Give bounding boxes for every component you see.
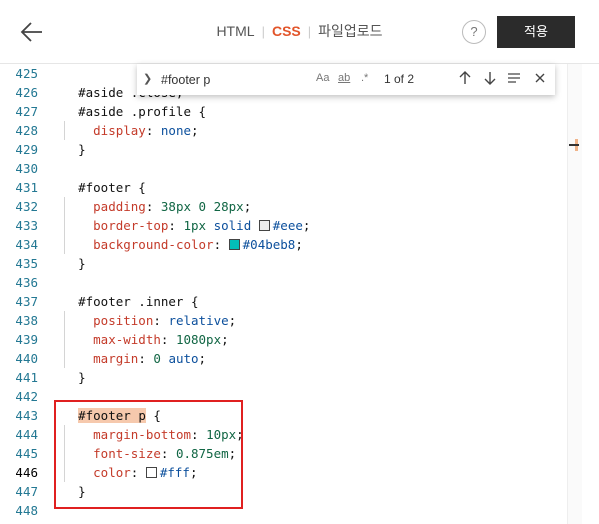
code-line: background-color: #04beb8;	[48, 235, 568, 254]
css-selector: #footer .inner {	[48, 294, 199, 309]
line-number: 441	[15, 370, 38, 385]
chevron-right-icon[interactable]: ❯	[143, 72, 153, 86]
find-in-selection-icon[interactable]	[507, 70, 521, 86]
arrow-down-icon[interactable]	[483, 70, 497, 86]
css-property: display	[93, 123, 146, 138]
code-line: #footer {	[48, 178, 568, 197]
help-button[interactable]: ?	[462, 20, 486, 44]
code-line: border-top: 1px solid #eee;	[48, 216, 568, 235]
line-number: 448	[15, 503, 38, 518]
css-property: background-color	[93, 237, 214, 252]
code-line: #footer p {	[78, 408, 161, 423]
css-property: margin	[93, 351, 139, 366]
line-number: 431	[15, 180, 38, 195]
css-value: none	[160, 123, 192, 138]
tab-separator: |	[307, 24, 312, 39]
line-number: 427	[15, 104, 38, 119]
css-selector: #aside .profile {	[48, 104, 207, 119]
code-line: #aside .profile {	[48, 102, 568, 121]
css-value: 0.875em	[175, 446, 229, 461]
close-icon[interactable]	[533, 70, 547, 86]
indent-guide	[64, 121, 65, 140]
code-line: }	[78, 484, 86, 499]
line-number: 436	[15, 275, 38, 290]
search-match-highlight: #footer p	[78, 408, 146, 423]
line-number: 442	[15, 389, 38, 404]
tab-css[interactable]: CSS	[272, 0, 301, 63]
code-line: padding: 38px 0 28px;	[48, 197, 568, 216]
code-line: #footer .inner {	[48, 292, 568, 311]
css-property: max-width	[93, 332, 161, 347]
line-number: 430	[15, 161, 38, 176]
css-value: #eee	[272, 218, 303, 233]
css-value: 38px 0 28px	[160, 199, 244, 214]
css-value: relative	[168, 313, 229, 328]
code-area[interactable]: #aside .close, #aside .profile { display…	[48, 64, 568, 520]
code-editor[interactable]: 425 426 427 428 429 430 431 432 433 434 …	[0, 64, 599, 524]
code-line: color: #fff;	[48, 463, 568, 482]
line-number: 437	[15, 294, 38, 309]
code-line: }	[78, 142, 86, 157]
code-line: position: relative;	[48, 311, 568, 330]
regex-toggle[interactable]: .*	[361, 72, 368, 84]
code-line: margin-bottom: 10px;	[48, 425, 568, 444]
code-line: max-width: 1080px;	[48, 330, 568, 349]
line-number: 435	[15, 256, 38, 271]
line-number: 425	[15, 66, 38, 81]
line-number: 439	[15, 332, 38, 347]
match-case-toggle[interactable]: Aa	[316, 72, 329, 84]
line-number: 443	[15, 408, 38, 423]
tab-html[interactable]: HTML	[216, 0, 254, 63]
vertical-scrollbar[interactable]	[567, 64, 582, 524]
match-whole-word-toggle[interactable]: ab	[338, 72, 350, 84]
color-swatch-teal[interactable]	[228, 239, 240, 250]
code-line: display: none;	[48, 121, 568, 140]
apply-button[interactable]: 적용	[497, 16, 575, 48]
code-line: }	[78, 256, 86, 271]
css-property: border-top	[93, 218, 169, 233]
find-widget: ❯ Aa ab .* 1 of 2	[137, 64, 555, 95]
line-number: 445	[15, 446, 38, 461]
code-line: margin: 0 auto;	[48, 349, 568, 368]
css-value: auto	[168, 351, 199, 366]
arrow-up-icon[interactable]	[458, 70, 472, 86]
code-line: font-size: 0.875em;	[48, 444, 568, 463]
css-value: #fff	[159, 465, 190, 480]
line-number: 434	[15, 237, 38, 252]
top-bar: HTML | CSS | 파일업로드 ? 적용	[0, 0, 599, 64]
line-number: 440	[15, 351, 38, 366]
css-property: font-size	[93, 446, 161, 461]
tab-file-upload[interactable]: 파일업로드	[318, 0, 382, 63]
css-property: color	[93, 465, 131, 480]
line-number: 444	[15, 427, 38, 442]
code-line: }	[78, 370, 86, 385]
css-property: padding	[93, 199, 146, 214]
line-number: 433	[15, 218, 38, 233]
line-number-gutter: 425 426 427 428 429 430 431 432 433 434 …	[0, 64, 48, 520]
color-swatch-white[interactable]	[145, 467, 157, 478]
line-number: 438	[15, 313, 38, 328]
color-swatch-eee[interactable]	[258, 220, 270, 231]
css-value: 1080px	[175, 332, 222, 347]
line-number: 428	[15, 123, 38, 138]
line-number: 426	[15, 85, 38, 100]
css-property: margin-bottom	[93, 427, 191, 442]
scrollbar-cursor-marker	[569, 144, 579, 146]
css-selector: #footer {	[48, 180, 146, 195]
line-number: 447	[15, 484, 38, 499]
line-number: 432	[15, 199, 38, 214]
line-number-current: 446	[15, 465, 38, 480]
css-value: #04beb8	[242, 237, 296, 252]
tab-separator: |	[261, 24, 265, 39]
match-count: 1 of 2	[384, 72, 415, 86]
css-value: 10px	[206, 427, 237, 442]
css-property: position	[93, 313, 154, 328]
line-number: 429	[15, 142, 38, 157]
